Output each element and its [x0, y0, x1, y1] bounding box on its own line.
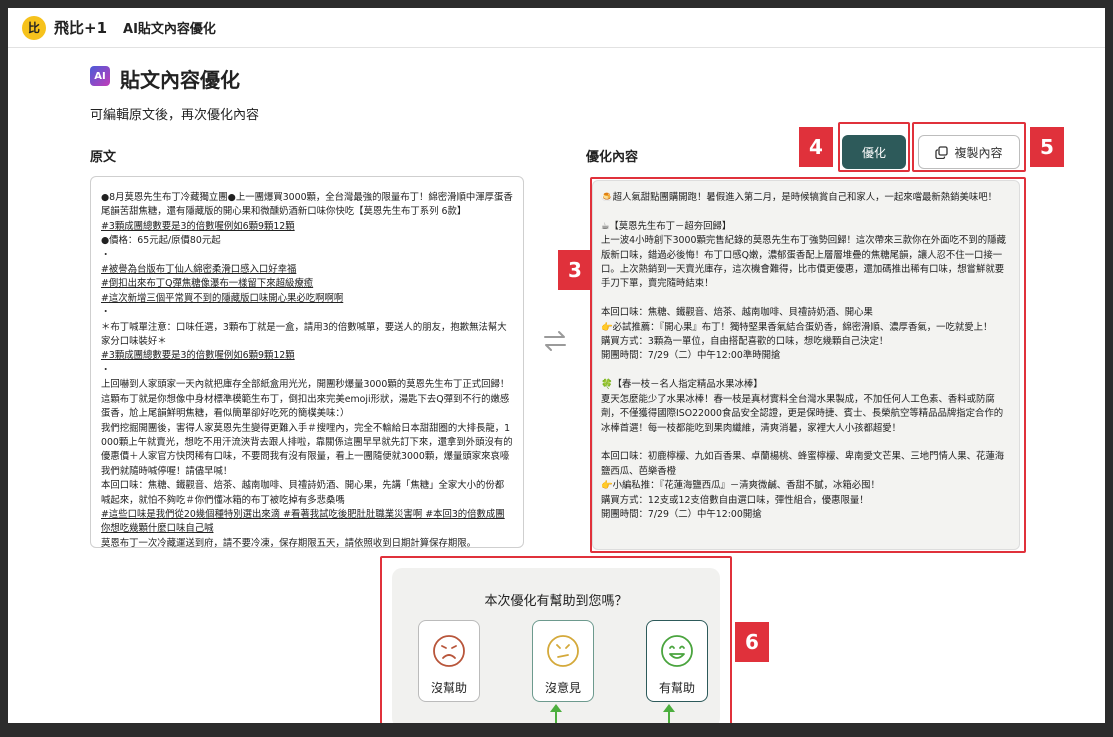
callout-outline-5	[912, 122, 1026, 172]
page-subtitle: 可編輯原文後，再次優化內容	[90, 108, 260, 123]
original-text-line: ・	[101, 249, 111, 261]
screen-frame-top	[0, 0, 1113, 8]
callout-badge-5: 5	[1030, 127, 1064, 167]
original-text-line: #倒扣出來布丁Q彈焦糖像瀑布一樣留下來超級療癒	[101, 278, 314, 290]
page-title: 貼文內容優化	[120, 68, 240, 92]
screen-frame-right	[1105, 0, 1113, 737]
original-text-line: 本回口味：焦糖、鐵觀音、焙茶、越南咖啡、貝禮詩奶酒、開心果，先講「焦糖」全家大小…	[101, 480, 505, 506]
original-text-line: #這些口味是我們從20幾個種特別選出來滴 #看著我試吃後肥肚肚職業災害啊 #本回…	[101, 508, 505, 535]
app-window: 比 飛比+1 AI貼文內容優化 AI 貼文內容優化 可編輯原文後，再次優化內容 …	[8, 8, 1105, 723]
callout-outline-4	[838, 122, 910, 172]
callout-badge-4: 4	[799, 127, 833, 167]
brand-logo[interactable]: 比	[22, 15, 46, 40]
original-text-line: 上回嚇到人家頭家一天內就把庫存全部紙盒用光光，開團秒爆量3000顆的莫恩先生布丁…	[101, 379, 510, 420]
callout-badge-3: 3	[558, 250, 592, 290]
original-text-line: 我們挖掘開團後，害得人家莫恩先生變得更難入手＃搜哩內，完全不輸給日本甜甜圈的大排…	[101, 422, 513, 477]
callout-badge-6: 6	[735, 622, 769, 662]
original-text-line: ・	[101, 364, 111, 376]
original-text-line: 莫恩布丁一次冷藏運送到府，請不要冷凍，保存期限五天，請依照收到日期計算保存期限。	[101, 537, 477, 548]
original-text-line: #這次新增三個平常買不到的隱藏版口味開心果必吃啊啊啊	[101, 292, 344, 304]
original-label: 原文	[90, 150, 117, 165]
brand-name[interactable]: 飛比+1	[54, 17, 107, 38]
screen-frame-left	[0, 0, 8, 737]
ai-icon: AI	[90, 66, 110, 86]
original-text-editor[interactable]: ●8月莫恩先生布丁冷藏獨立團●上一團爆買3000顆，全台灣最強的限量布丁！綿密滑…	[90, 176, 524, 548]
original-text-line: #3顆成團總數要是3的倍數喔例如6顆9顆12顆	[101, 220, 295, 232]
app-title: AI貼文內容優化	[123, 22, 216, 37]
original-text-line: ・	[101, 307, 111, 319]
callout-outline-6	[380, 556, 732, 723]
screen-frame-bottom	[0, 723, 1113, 737]
original-text-line: ●8月莫恩先生布丁冷藏獨立團●上一團爆買3000顆，全台灣最強的限量布丁！綿密滑…	[101, 192, 513, 218]
swap-arrows-icon	[544, 331, 566, 351]
original-text-line: ＊布丁喊單注意：口味任選，3顆布丁就是一盒，請用3的倍數喊單，要送人的朋友，抱歉…	[101, 321, 507, 348]
top-bar: 比 飛比+1 AI貼文內容優化	[8, 8, 1105, 48]
original-text-line: ●價格：65元起/原價80元起	[101, 235, 221, 247]
original-text-line: #3顆成團總數要是3的倍數喔例如6顆9顆12顆	[101, 350, 295, 362]
optimized-label: 優化內容	[586, 150, 639, 165]
callout-outline-3	[590, 177, 1026, 553]
original-text-line: #被譽為台版布丁仙人綿密柔滑口感入口好幸福	[101, 264, 297, 276]
